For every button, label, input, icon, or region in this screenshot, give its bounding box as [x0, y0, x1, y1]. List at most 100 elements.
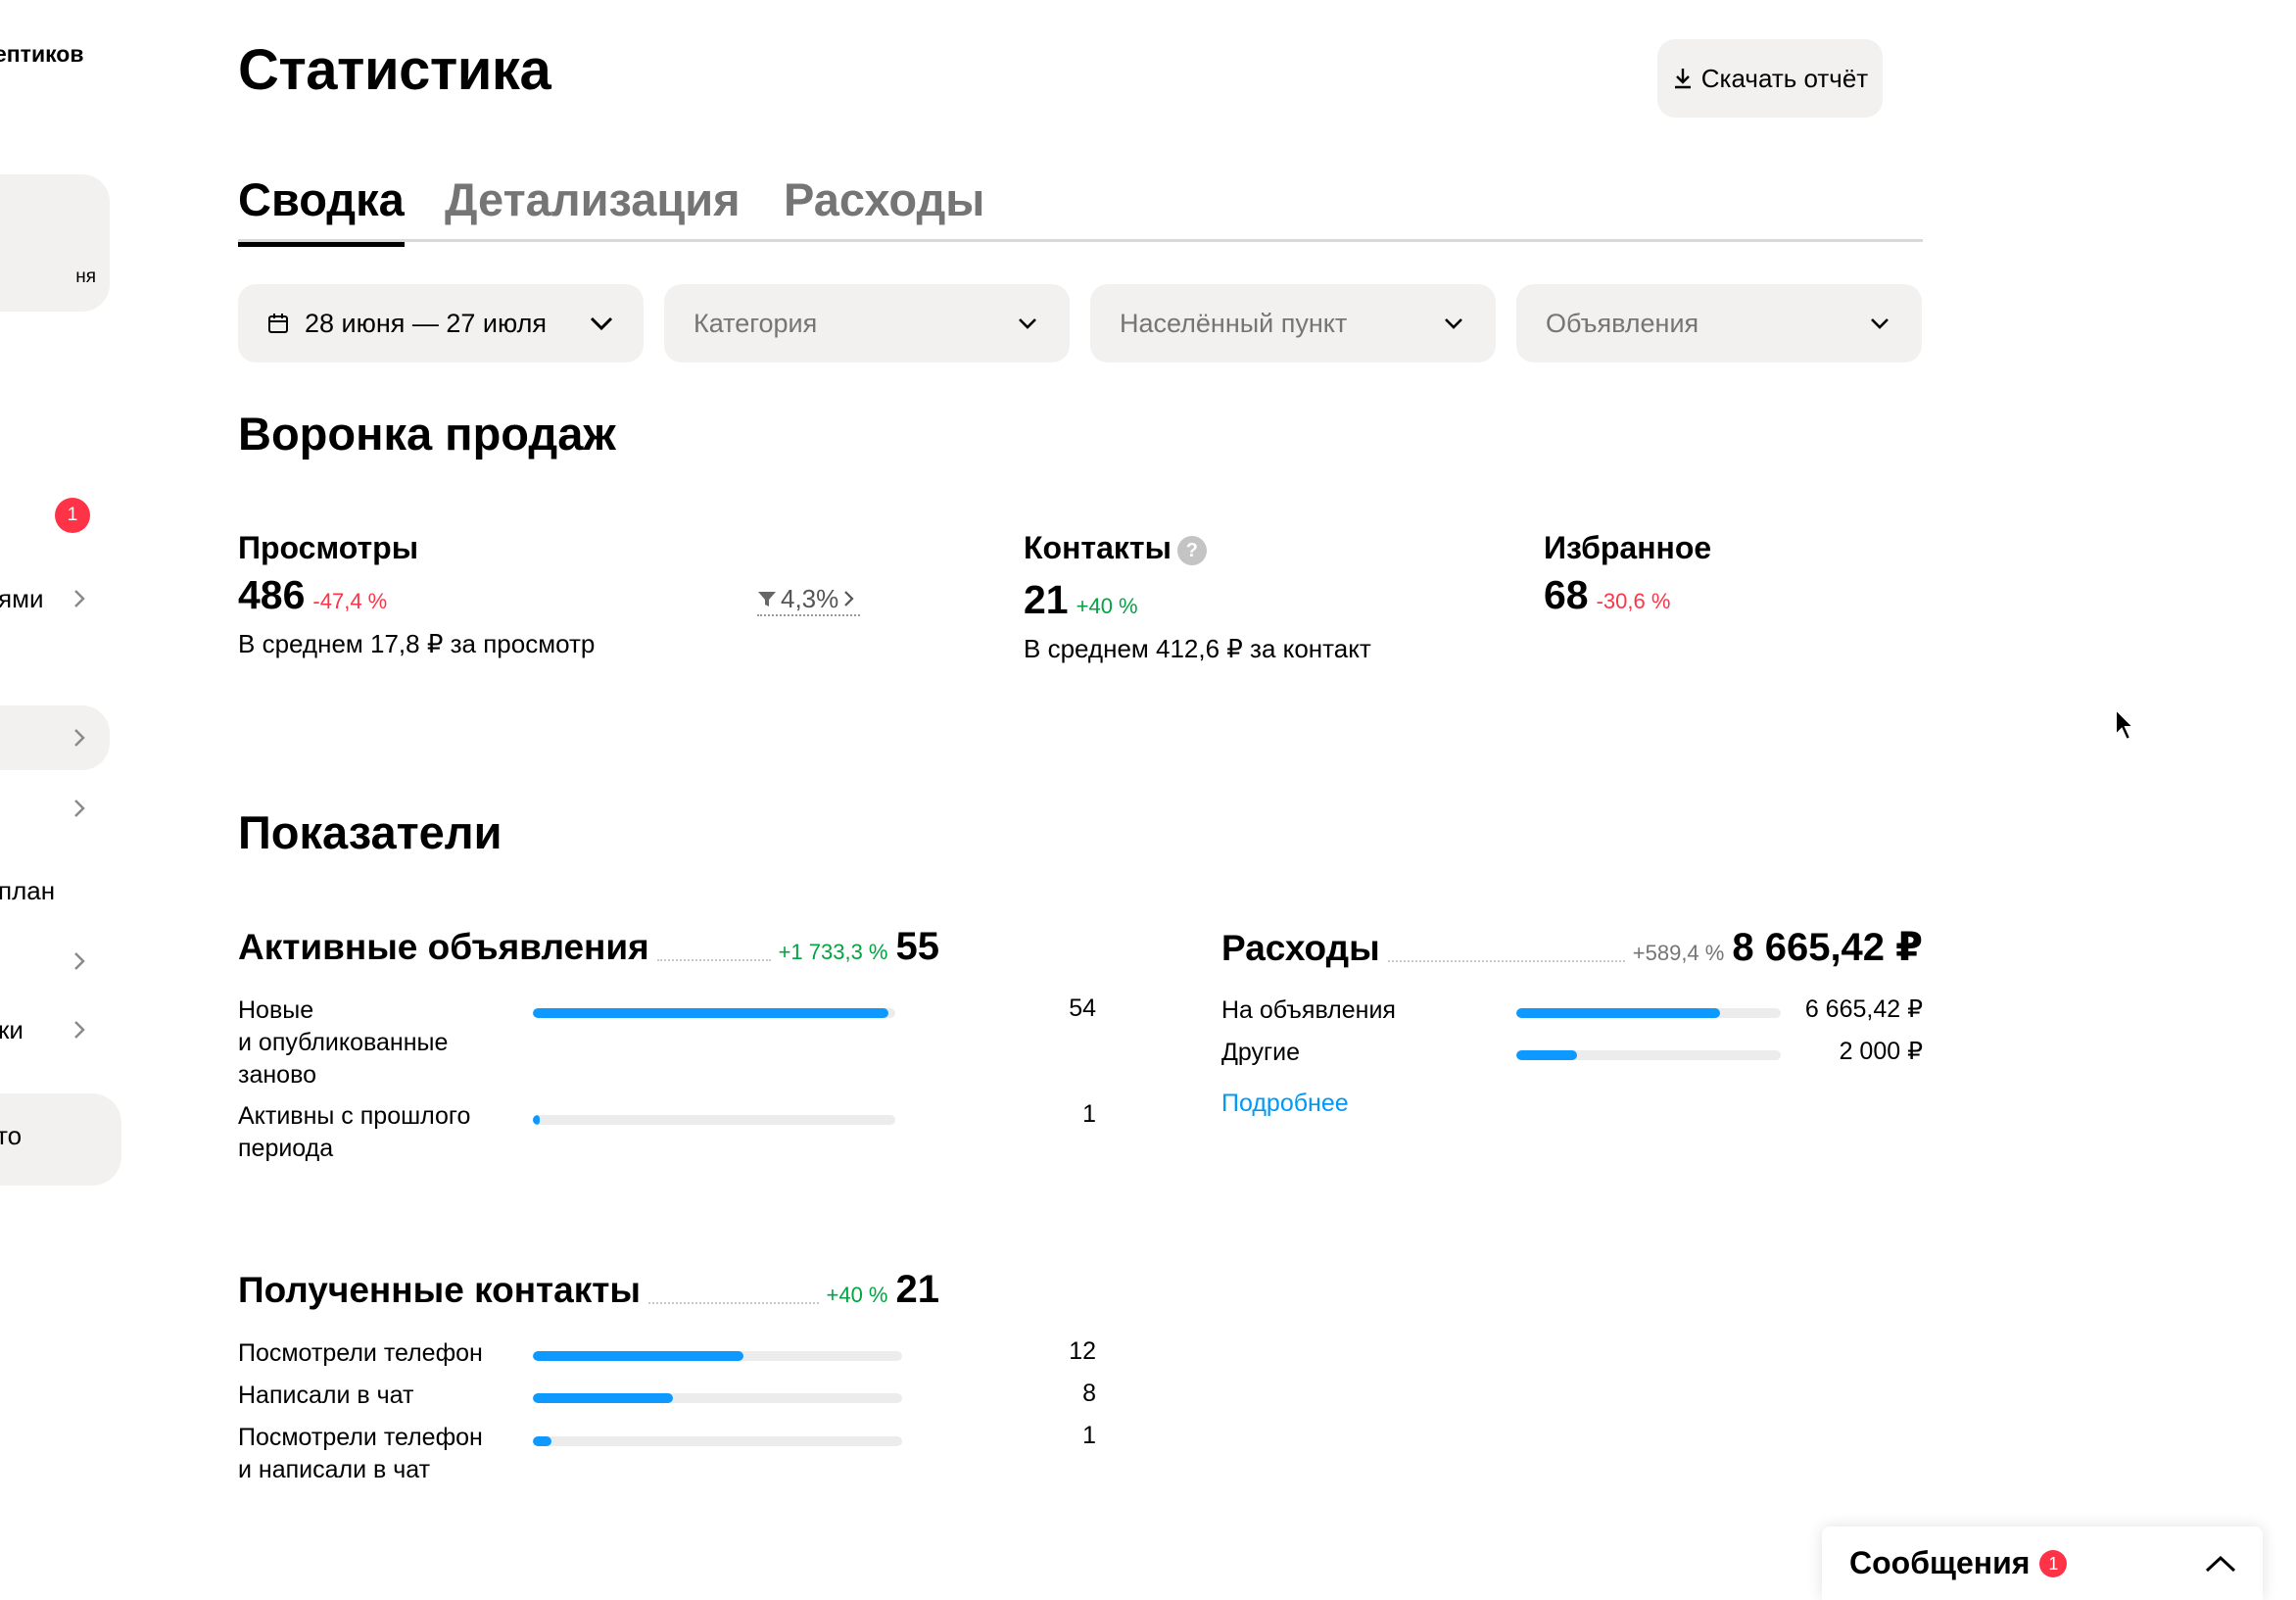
label-line: Активны с прошлого	[238, 1102, 471, 1130]
indicators-title: Показатели	[238, 806, 502, 858]
expenses-more-link[interactable]: Подробнее	[1221, 1090, 1349, 1118]
sidebar-item-2[interactable]	[0, 705, 110, 770]
sidebar: ептиков ня 1 ями план ки то	[0, 0, 127, 1600]
date-range-select[interactable]: 28 июня — 27 июля	[238, 284, 644, 363]
progress-fill	[533, 1393, 674, 1403]
chevron-down-icon	[1445, 318, 1462, 329]
progress-bar	[533, 1008, 895, 1018]
views-conversion-value: 4,3%	[781, 583, 839, 613]
chevron-right-icon	[74, 729, 85, 747]
messenger-widget[interactable]: Сообщения 1	[1822, 1527, 2263, 1600]
date-range-value: 28 июня — 27 июля	[305, 308, 548, 338]
page-title: Статистика	[238, 38, 551, 102]
progress-fill	[533, 1008, 888, 1018]
expenses-row-label: На объявления	[1221, 996, 1396, 1024]
contacts-title: Полученные контакты	[238, 1270, 641, 1310]
download-report-label: Скачать отчёт	[1700, 63, 1869, 93]
active-ads-delta: +1 733,3 %	[778, 940, 888, 964]
row-value: 1	[1082, 1422, 1096, 1449]
progress-fill	[533, 1436, 551, 1446]
tab-summary[interactable]: Сводка	[238, 157, 405, 247]
sidebar-item-label: ями	[0, 584, 44, 613]
messenger-badge: 1	[2039, 1549, 2068, 1577]
row-value: 1	[1082, 1100, 1096, 1128]
download-icon	[1674, 69, 1691, 89]
active-ads-row-label: Новые и опубликованные заново	[238, 994, 448, 1091]
views-average: В среднем 17,8 ₽ за просмотр	[238, 629, 596, 658]
contacts-label: Контакты?	[1024, 530, 1207, 566]
sidebar-footer-button[interactable]: то	[0, 1093, 121, 1186]
messenger-title: Сообщения	[1849, 1545, 2031, 1580]
sidebar-footer-label: то	[0, 1121, 23, 1150]
progress-fill	[1516, 1050, 1578, 1060]
tab-expenses[interactable]: Расходы	[784, 157, 984, 242]
views-label: Просмотры	[238, 530, 419, 565]
expenses-title: Расходы	[1221, 928, 1380, 968]
help-icon[interactable]: ?	[1176, 535, 1207, 565]
chevron-right-icon	[74, 590, 85, 607]
progress-fill	[1516, 1008, 1720, 1018]
contacts-row-label: Посмотрели телефон	[238, 1339, 483, 1367]
row-value: 54	[1069, 994, 1096, 1022]
city-placeholder: Населённый пункт	[1120, 308, 1348, 338]
sidebar-item-label: план	[0, 876, 56, 905]
label-line: заново	[238, 1061, 316, 1089]
row-value: 12	[1069, 1337, 1096, 1365]
calendar-icon	[268, 314, 288, 333]
sidebar-item-5[interactable]	[0, 934, 110, 989]
chevron-down-icon	[1871, 318, 1889, 329]
label-line: периода	[238, 1135, 334, 1162]
active-ads-value: 55	[895, 925, 940, 968]
progress-fill	[533, 1115, 541, 1125]
contacts-label-text: Контакты	[1024, 530, 1172, 565]
views-conversion-link[interactable]: 4,3%	[757, 583, 861, 616]
chevron-right-icon	[74, 1021, 85, 1039]
sidebar-item-3[interactable]	[0, 781, 110, 836]
sidebar-item-1[interactable]: ями	[0, 571, 110, 626]
ads-placeholder: Объявления	[1546, 308, 1699, 338]
chevron-up-icon[interactable]	[2204, 1554, 2237, 1574]
active-ads-row-label: Активны с прошлого периода	[238, 1100, 470, 1165]
city-select[interactable]: Населённый пункт	[1090, 284, 1496, 363]
favorites-number: 68	[1544, 572, 1589, 617]
views-delta: -47,4 %	[312, 589, 388, 613]
views-value: 486 -47,4 %	[238, 572, 387, 618]
contacts-delta: +40 %	[1076, 594, 1138, 618]
progress-bar	[533, 1393, 902, 1403]
row-value: 6 665,42 ₽	[1804, 995, 1923, 1023]
row-value: 2 000 ₽	[1839, 1038, 1923, 1065]
active-ads-header: Активные объявления +1 733,3 % 55	[238, 925, 939, 969]
progress-bar	[533, 1351, 902, 1361]
dotted-leader	[648, 1302, 819, 1304]
tab-details[interactable]: Детализация	[445, 157, 741, 242]
progress-fill	[533, 1351, 743, 1361]
download-report-button[interactable]: Скачать отчёт	[1657, 39, 1883, 118]
row-value: 8	[1082, 1380, 1096, 1407]
chevron-down-icon	[1019, 318, 1036, 329]
contacts-header: Полученные контакты +40 % 21	[238, 1268, 939, 1312]
sidebar-notification-badge: 1	[55, 498, 90, 533]
category-placeholder: Категория	[694, 308, 818, 338]
dotted-leader	[1387, 960, 1625, 962]
sidebar-card[interactable]: ня	[0, 174, 110, 312]
chevron-right-icon	[844, 591, 854, 606]
ads-select[interactable]: Объявления	[1516, 284, 1922, 363]
expenses-delta: +589,4 %	[1632, 941, 1725, 965]
label-line: и опубликованные	[238, 1029, 449, 1056]
funnel-title: Воронка продаж	[238, 408, 616, 460]
tabs: Сводка Детализация Расходы	[238, 157, 1923, 247]
category-select[interactable]: Категория	[664, 284, 1070, 363]
views-number: 486	[238, 572, 306, 617]
contacts-average: В среднем 412,6 ₽ за контакт	[1024, 634, 1371, 663]
progress-bar	[533, 1115, 895, 1125]
chevron-right-icon	[74, 952, 85, 970]
sidebar-item-4[interactable]: план	[0, 863, 110, 918]
sidebar-card-text: ня	[75, 267, 96, 287]
contacts-value: 21 +40 %	[1024, 577, 1138, 623]
sidebar-brand: ептиков	[0, 41, 84, 67]
label-line: Посмотрели телефон	[238, 1424, 483, 1451]
sidebar-item-6[interactable]: ки	[0, 1002, 110, 1057]
favorites-label: Избранное	[1544, 530, 1712, 565]
chevron-right-icon	[74, 800, 85, 817]
contacts-row-label: Посмотрели телефон и написали в чат	[238, 1422, 483, 1486]
